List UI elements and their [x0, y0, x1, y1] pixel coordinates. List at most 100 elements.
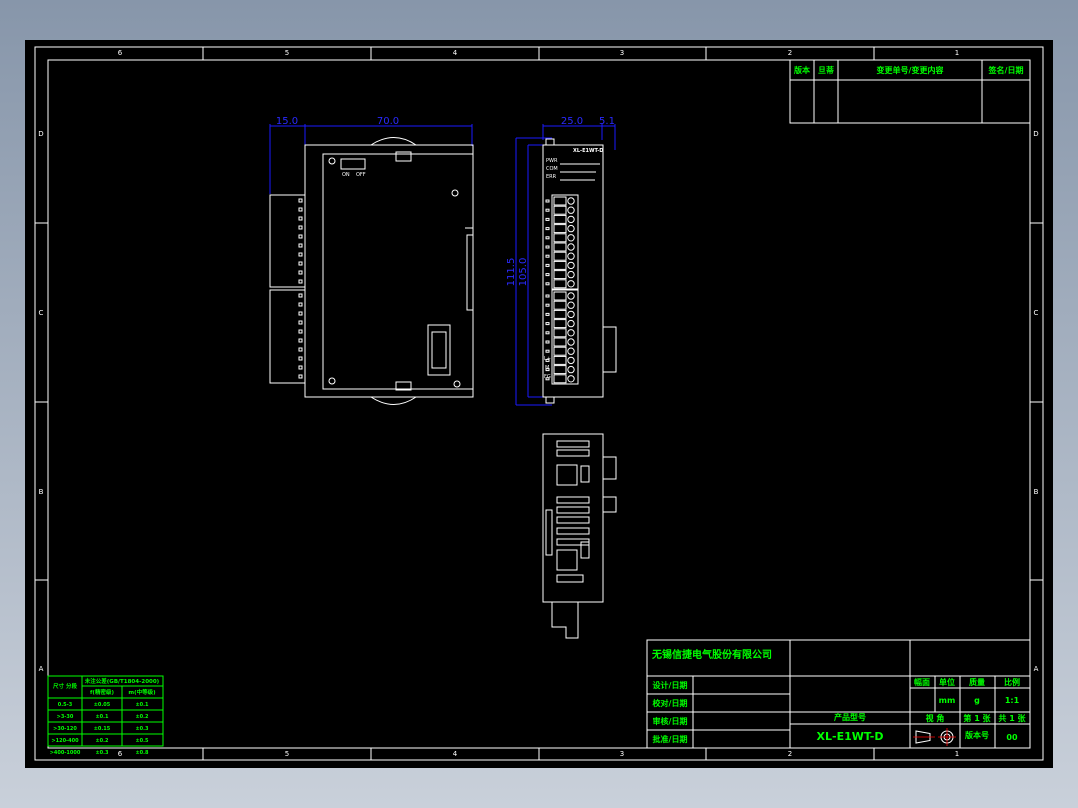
led-err-label: ERR [546, 174, 557, 180]
terminal [553, 346, 567, 356]
terminal [553, 337, 567, 347]
tolerance-cell: ±0.2 [95, 738, 109, 744]
zone-bottom-5: 5 [285, 750, 289, 758]
terminal [553, 309, 567, 319]
led-com-label: COM [546, 166, 558, 172]
zone-top-6: 6 [118, 49, 123, 57]
terminal [553, 328, 567, 338]
sheet-total: 共 1 张 [998, 713, 1026, 723]
zone-top-2: 2 [788, 49, 792, 57]
terminal [553, 224, 567, 234]
zone-bottom-4: 4 [453, 750, 458, 758]
drawing-canvas: 6 6 5 5 4 4 3 3 2 2 1 1 D D C C B B A A 版本 旦蒂 变更单号/变更内容 签名/… [34, 46, 1044, 761]
tolerance-cell: ±0.05 [94, 702, 111, 708]
zone-right-B: B [1034, 488, 1039, 496]
zone-right-C: C [1034, 309, 1039, 317]
zone-left-A: A [39, 665, 44, 673]
terminal [553, 365, 567, 375]
tolerance-cell: 0.5-3 [58, 702, 73, 708]
row-review: 审核/日期 [653, 716, 688, 726]
row-check: 校对/日期 [653, 698, 688, 708]
terminal [553, 355, 567, 365]
dim-side-height-outer: 111.5 [506, 258, 517, 287]
terminal [553, 300, 567, 310]
tolerance-cell: >400-1000 [50, 750, 81, 756]
sheet-number: 第 1 张 [963, 713, 991, 723]
tolerance-row: 0.5-3 ±0.05 ±0.1 [58, 702, 149, 708]
terminal [553, 279, 567, 289]
dim-side-height-inner: 105.0 [518, 258, 529, 287]
led-pwr-label: PWR [546, 158, 558, 164]
terminal [553, 291, 567, 301]
zone-top-5: 5 [285, 49, 289, 57]
zone-left-C: C [39, 309, 44, 317]
tolerance-cell: ±0.8 [135, 750, 149, 756]
tolerance-row: >30-120 ±0.15 ±0.3 [53, 726, 149, 732]
switch-off-label: OFF [356, 172, 366, 178]
dim-front-width: 70.0 [377, 116, 399, 127]
front-view: 15.0 70.0 ON OFF [269, 116, 474, 405]
switch-on-label: ON [342, 172, 350, 178]
zone-bottom-6: 6 [118, 750, 123, 758]
tolerance-cell: ±0.15 [94, 726, 111, 732]
tolerance-row: >120-400 ±0.2 ±0.5 [51, 738, 149, 744]
company-name: 无锡信捷电气股份有限公司 [651, 648, 772, 661]
zone-bottom-2: 2 [788, 750, 792, 758]
tolerance-cell: >30-120 [53, 726, 77, 732]
zone-top-3: 3 [620, 49, 624, 57]
tolerance-row: >3-30 ±0.1 ±0.2 [57, 714, 149, 720]
dim-front-left: 15.0 [276, 116, 298, 127]
zone-left-D: D [38, 130, 43, 138]
projection-label: 视 角 [926, 713, 945, 723]
terminal [553, 242, 567, 252]
zone-right-A: A [1034, 665, 1039, 673]
header-mass: 质量 [969, 677, 985, 687]
tolerance-cell: >3-30 [57, 714, 74, 720]
tol-col-size: 尺寸 分段 [53, 682, 77, 690]
tol-col-fine: f(精密级) [90, 688, 114, 696]
revision-table: 版本 旦蒂 变更单号/变更内容 签名/日期 [789, 59, 1031, 124]
unit-value: mm [939, 696, 956, 705]
rev-header-sign: 签名/日期 [988, 65, 1024, 75]
terminal [553, 196, 567, 206]
tolerance-cell: ±0.3 [135, 726, 149, 732]
product-model-label: 产品型号 [834, 712, 866, 722]
rev-header-version: 版本 [793, 65, 810, 75]
dim-side-width: 25.0 [561, 116, 583, 127]
tolerance-cell: >120-400 [51, 738, 79, 744]
dim-side-offset: 5.1 [599, 116, 615, 127]
tolerance-cell: ±0.2 [135, 714, 149, 720]
bottom-view [542, 433, 617, 639]
zone-right-D: D [1033, 130, 1038, 138]
terminal [553, 260, 567, 270]
tol-title: 未注公差(GB/T1804-2000) [84, 677, 160, 685]
side-view: 25.0 5.1 111.5 105.0 XL-E1WT-D PWR COM E… [506, 116, 617, 406]
terminal [553, 205, 567, 215]
zone-top-1: 1 [955, 49, 959, 57]
model-print-label: XL-E1WT-D [573, 148, 603, 154]
terminal [553, 233, 567, 243]
terminal [553, 214, 567, 224]
mass-value: g [974, 696, 980, 705]
cad-drawing-sheet: 6 6 5 5 4 4 3 3 2 2 1 1 D D C C B B A A 版本 旦蒂 变更单号/变更内容 签名/… [25, 40, 1053, 768]
title-block: 无锡信捷电气股份有限公司 设计/日期 校对/日期 审核/日期 批准/日期 产品型… [646, 639, 1031, 749]
zone-markers: 6 6 5 5 4 4 3 3 2 2 1 1 D D C C B B A A [35, 47, 1043, 760]
tolerance-row: >400-1000 ±0.3 ±0.8 [50, 750, 149, 756]
product-model: XL-E1WT-D [817, 730, 884, 743]
terminal [553, 270, 567, 280]
header-format: 幅面 [914, 677, 930, 687]
rev-header-change: 变更单号/变更内容 [877, 65, 944, 75]
version-value: 00 [1006, 733, 1018, 742]
zone-bottom-3: 3 [620, 750, 624, 758]
zone-top-4: 4 [453, 49, 458, 57]
row-approve: 批准/日期 [653, 734, 688, 744]
rev-header-mark: 旦蒂 [818, 65, 834, 75]
terminal [553, 319, 567, 329]
zone-left-B: B [39, 488, 44, 496]
tolerance-cell: ±0.1 [95, 714, 109, 720]
tolerance-table: 尺寸 分段 未注公差(GB/T1804-2000) f(精密级) m(中等级) … [47, 675, 164, 756]
tolerance-cell: ±0.1 [135, 702, 149, 708]
row-design: 设计/日期 [653, 680, 688, 690]
projection-symbol-icon [913, 728, 956, 746]
outer-frame [34, 46, 1044, 761]
